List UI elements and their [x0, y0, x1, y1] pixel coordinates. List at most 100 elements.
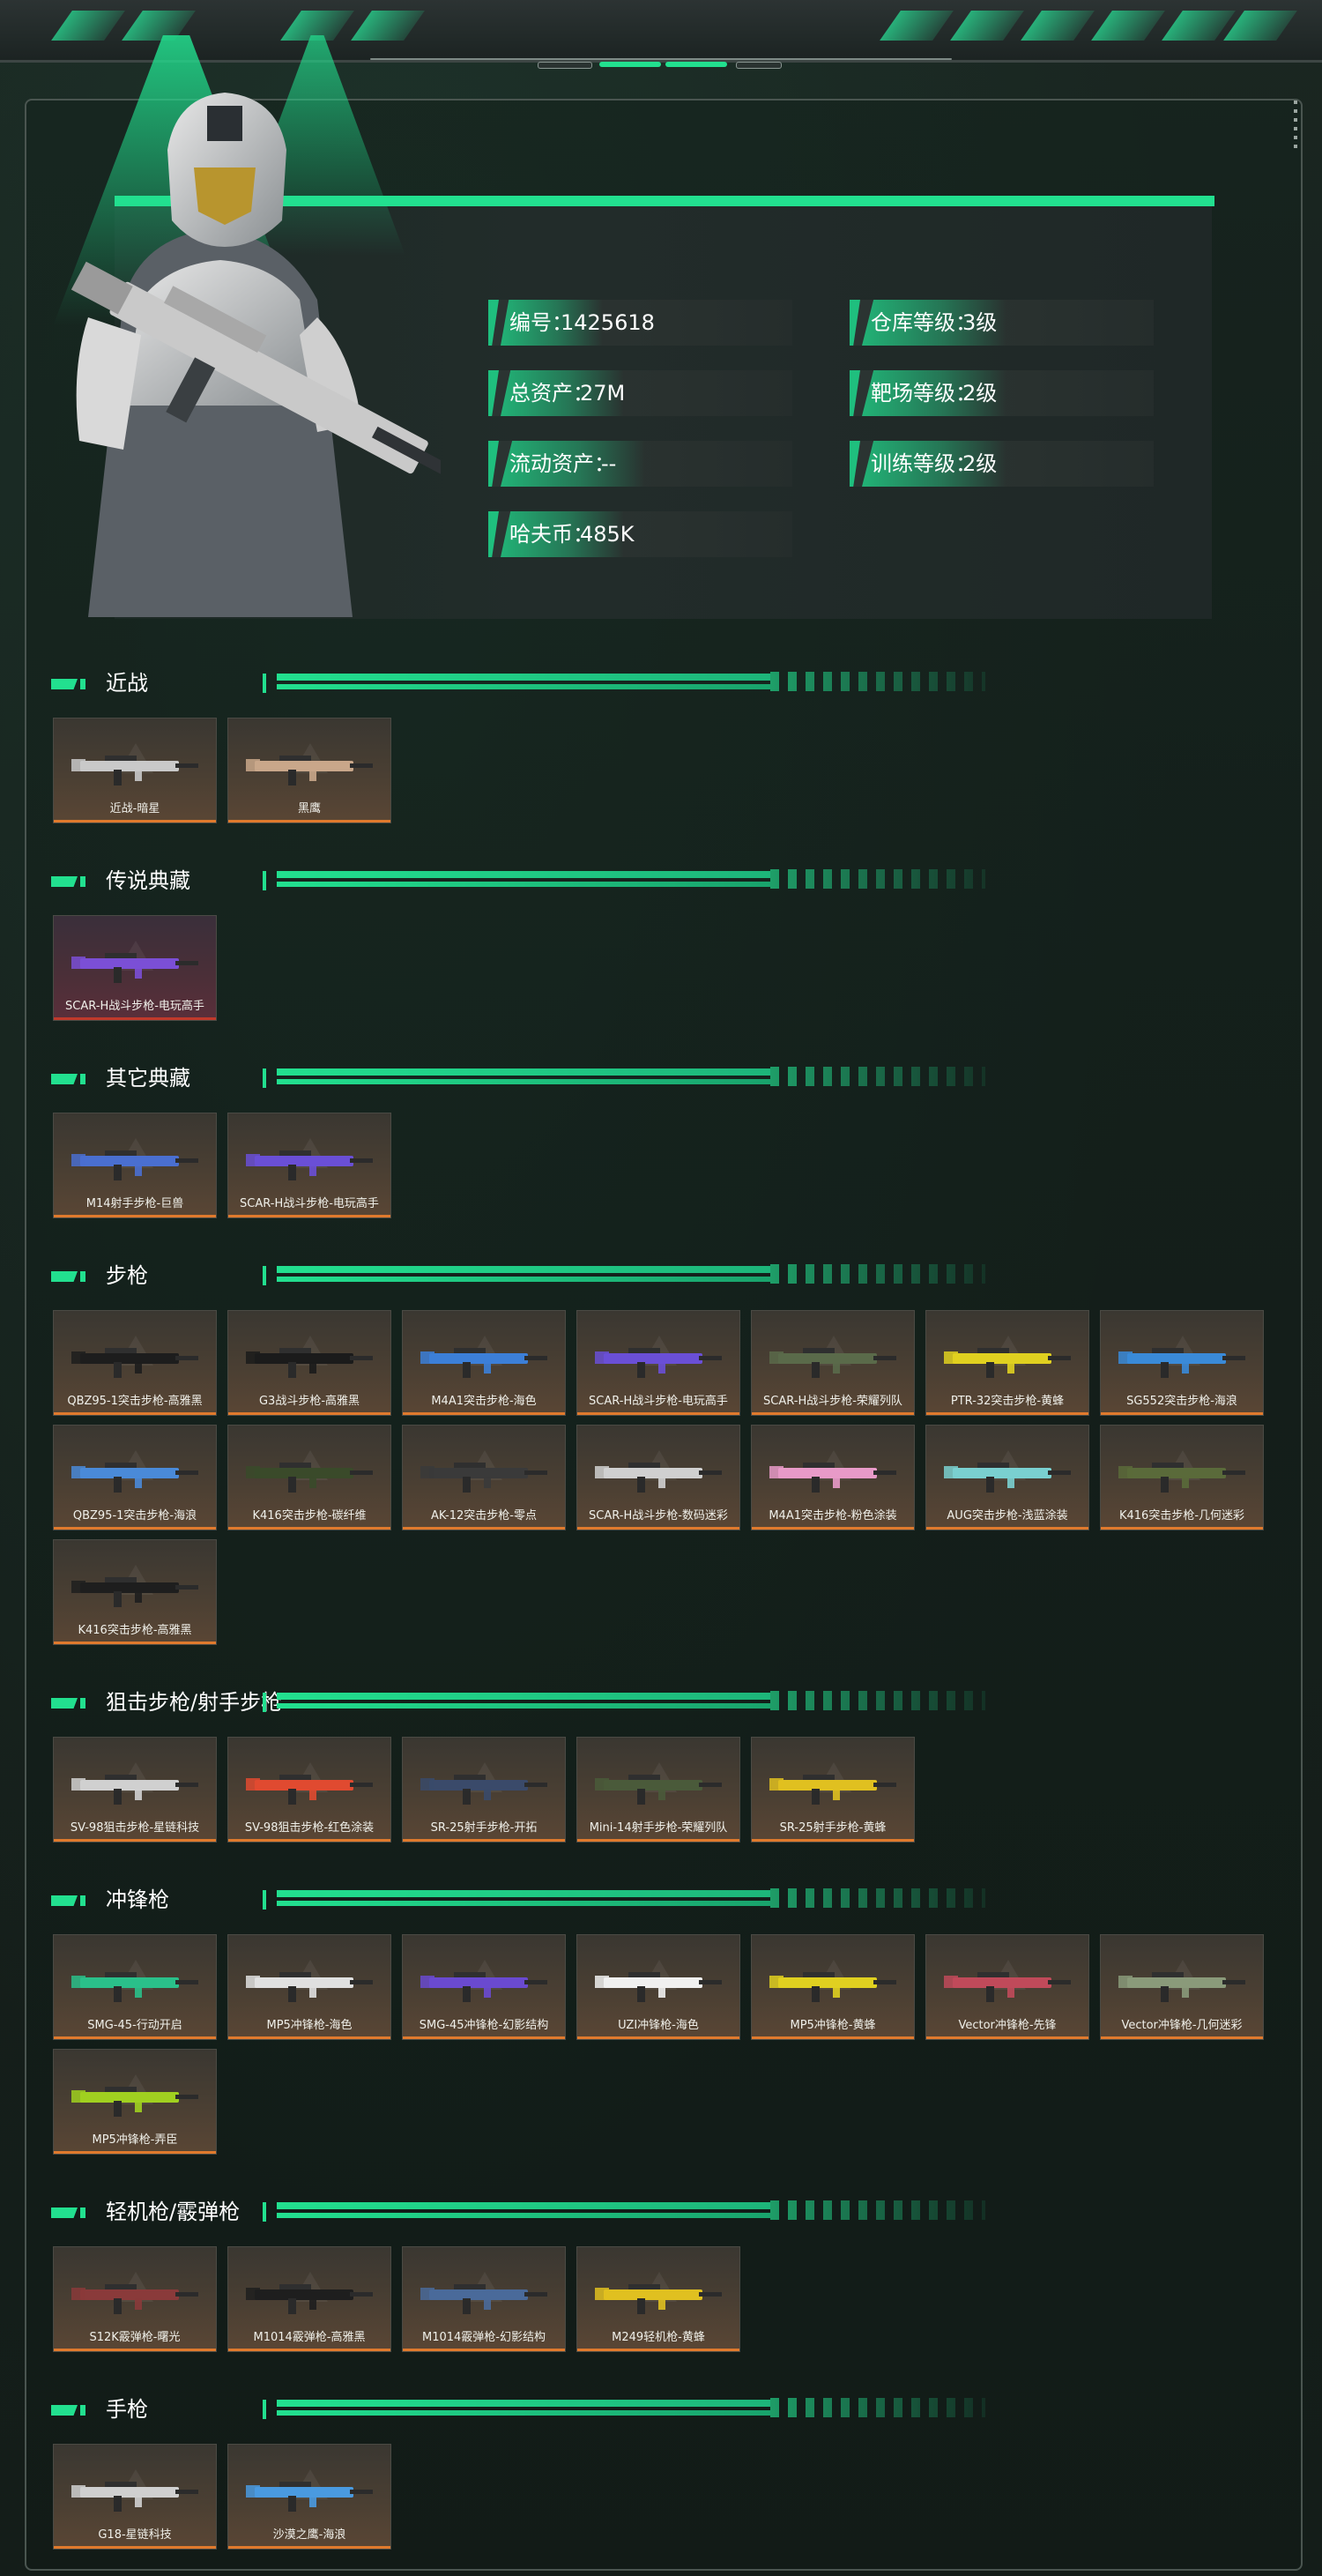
section-title: 传说典藏: [106, 868, 190, 893]
section-title: 狙击步枪/射手步枪: [106, 1690, 283, 1715]
item-card[interactable]: Vector冲锋枪-先锋: [925, 1934, 1089, 2040]
hud-bar: [538, 62, 592, 69]
section-header: 步枪: [51, 1262, 985, 1289]
item-card[interactable]: UZI冲锋枪-海色: [576, 1934, 740, 2040]
item-card[interactable]: Mini-14射手步枪-荣耀列队: [576, 1737, 740, 1843]
item-card[interactable]: Vector冲锋枪-几何迷彩: [1100, 1934, 1264, 2040]
item-card[interactable]: SCAR-H战斗步枪-电玩高手: [576, 1310, 740, 1416]
section-bar: [277, 882, 770, 887]
item-card[interactable]: SV-98狙击步枪-红色涂装: [227, 1737, 391, 1843]
section-bar: [277, 2410, 770, 2416]
item-card[interactable]: MP5冲锋枪-海色: [227, 1934, 391, 2040]
item-card[interactable]: M249轻机枪-黄蜂: [576, 2246, 740, 2352]
item-name: G18-星链科技: [98, 2528, 172, 2542]
item-card[interactable]: M1014霰弹枪-幻影结构: [402, 2246, 566, 2352]
item-card[interactable]: SR-25射手步枪-黄蜂: [751, 1737, 915, 1843]
item-name: SCAR-H战斗步枪-电玩高手: [240, 1197, 379, 1210]
weapon-icon: [595, 1463, 722, 1493]
item-card[interactable]: SMG-45-行动开启: [53, 1934, 217, 2040]
item-name: K416突击步枪-高雅黑: [78, 1624, 192, 1637]
item-card[interactable]: G3战斗步枪-高雅黑: [227, 1310, 391, 1416]
section-pill: [80, 876, 85, 887]
section-checker: [770, 672, 985, 691]
panel-tick: [1294, 118, 1297, 122]
panel-tick: [1294, 127, 1297, 130]
item-name: Mini-14射手步枪-荣耀列队: [589, 1821, 728, 1835]
section-header: 轻机枪/霰弹枪: [51, 2199, 985, 2225]
item-card[interactable]: K416突击步枪-碳纤维: [227, 1425, 391, 1530]
item-card[interactable]: G18-星链科技: [53, 2444, 217, 2550]
item-card[interactable]: M4A1突击步枪-粉色涂装: [751, 1425, 915, 1530]
item-card[interactable]: PTR-32突击步枪-黄蜂: [925, 1310, 1089, 1416]
weapon-icon: [420, 2284, 547, 2314]
item-card[interactable]: SV-98狙击步枪-星链科技: [53, 1737, 217, 1843]
weapon-icon: [71, 1972, 198, 2002]
section-checker: [770, 2398, 985, 2417]
hud-line: [370, 58, 952, 60]
item-card[interactable]: QBZ95-1突击步枪-海浪: [53, 1425, 217, 1530]
item-card[interactable]: QBZ95-1突击步枪-高雅黑: [53, 1310, 217, 1416]
item-card[interactable]: SCAR-H战斗步枪-电玩高手: [53, 915, 217, 1021]
item-name: QBZ95-1突击步枪-高雅黑: [67, 1395, 203, 1408]
section-bar: [277, 1901, 770, 1906]
item-card[interactable]: AUG突击步枪-浅蓝涂装: [925, 1425, 1089, 1530]
item-card[interactable]: 沙漠之鹰-海浪: [227, 2444, 391, 2550]
stat-value: --: [601, 451, 617, 476]
section-header: 近战: [51, 670, 985, 696]
item-name: AK-12突击步枪-零点: [431, 1509, 537, 1523]
weapon-icon: [71, 1577, 198, 1607]
item-name: SV-98狙击步枪-红色涂装: [244, 1821, 375, 1835]
banner-stripe: [1223, 11, 1297, 41]
item-name: SCAR-H战斗步枪-电玩高手: [65, 1000, 204, 1013]
item-card[interactable]: M14射手步枪-巨兽: [53, 1113, 217, 1218]
item-card[interactable]: SCAR-H战斗步枪-荣耀列队: [751, 1310, 915, 1416]
section-pill: [80, 1698, 85, 1709]
item-name: Vector冲锋枪-先锋: [958, 2019, 1057, 2032]
item-card[interactable]: SCAR-H战斗步枪-数码迷彩: [576, 1425, 740, 1530]
stat-chip: [850, 300, 860, 346]
section-tick: [263, 871, 266, 890]
item-card[interactable]: K416突击步枪-高雅黑: [53, 1539, 217, 1645]
section-title: 冲锋枪: [106, 1887, 169, 1912]
section-pill: [51, 876, 78, 887]
section-checker: [770, 1691, 985, 1710]
item-card[interactable]: SR-25射手步枪-开拓: [402, 1737, 566, 1843]
section-pill: [51, 2405, 78, 2416]
item-name: K416突击步枪-几何迷彩: [1118, 1509, 1245, 1523]
item-card[interactable]: M1014霰弹枪-高雅黑: [227, 2246, 391, 2352]
banner-stripe: [1091, 11, 1165, 41]
section-pill: [80, 1895, 85, 1906]
weapon-icon: [71, 2482, 198, 2512]
item-name: S12K霰弹枪-曙光: [89, 2331, 181, 2344]
section-bar: [277, 2400, 770, 2407]
item-name: M249轻机枪-黄蜂: [612, 2331, 705, 2344]
section-bar: [277, 1068, 770, 1076]
section-title: 轻机枪/霰弹枪: [106, 2200, 241, 2224]
item-card[interactable]: MP5冲锋枪-黄蜂: [751, 1934, 915, 2040]
section-header: 其它典藏: [51, 1065, 985, 1091]
item-name: SV-98狙击步枪-星链科技: [70, 1821, 200, 1835]
section-pill: [51, 1895, 78, 1906]
item-card[interactable]: MP5冲锋枪-弄臣: [53, 2049, 217, 2155]
item-card[interactable]: 近战-暗星: [53, 718, 217, 823]
item-card[interactable]: AK-12突击步枪-零点: [402, 1425, 566, 1530]
stat-chip: [488, 511, 499, 557]
item-card[interactable]: M4A1突击步枪-海色: [402, 1310, 566, 1416]
item-card[interactable]: K416突击步枪-几何迷彩: [1100, 1425, 1264, 1530]
stat-havk-coin: 哈夫币： 485K: [488, 511, 792, 557]
section-tick: [263, 674, 266, 693]
section-tick: [263, 1890, 266, 1910]
weapon-icon: [769, 1348, 896, 1378]
section-title: 其它典藏: [106, 1066, 190, 1091]
item-card[interactable]: S12K霰弹枪-曙光: [53, 2246, 217, 2352]
item-card[interactable]: SG552突击步枪-海浪: [1100, 1310, 1264, 1416]
weapon-icon: [246, 1463, 373, 1493]
section-checker: [770, 1264, 985, 1284]
item-name: 近战-暗星: [109, 802, 160, 815]
section-bar: [277, 684, 770, 689]
section-tick: [263, 1068, 266, 1088]
item-card[interactable]: SMG-45冲锋枪-幻影结构: [402, 1934, 566, 2040]
item-card[interactable]: 黑鹰: [227, 718, 391, 823]
item-card[interactable]: SCAR-H战斗步枪-电玩高手: [227, 1113, 391, 1218]
section-pill: [51, 2207, 78, 2218]
